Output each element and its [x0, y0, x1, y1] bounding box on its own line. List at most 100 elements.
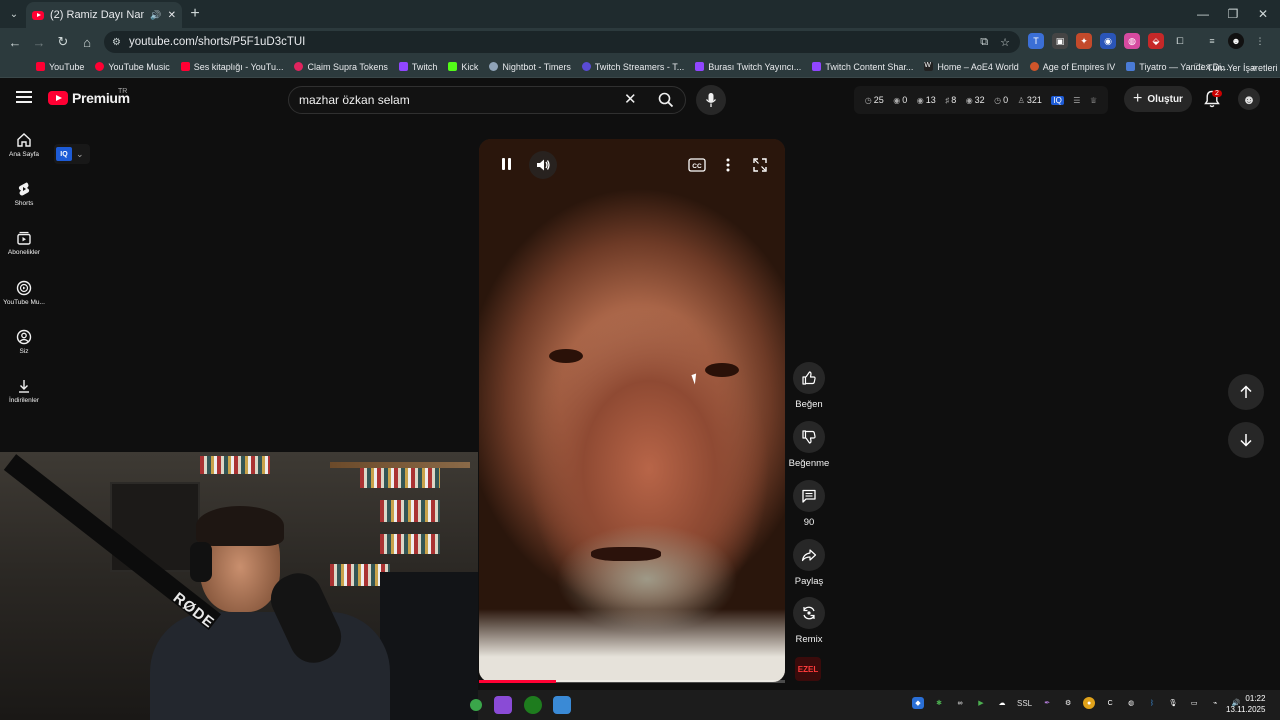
tray-mic-icon[interactable]: 🎙 — [1167, 697, 1179, 709]
tray-steam-icon[interactable]: ⚙ — [1062, 697, 1074, 709]
media-control-icon[interactable]: ≡ — [1204, 33, 1220, 49]
pause-button[interactable] — [495, 153, 517, 175]
taskbar-app-icon[interactable] — [470, 699, 482, 711]
browser-tab[interactable]: (2) Ramiz Dayı Nam-ı Diğer 🔊 ✕ — [26, 2, 182, 28]
install-app-icon[interactable]: ⧉ — [980, 36, 988, 49]
tray-cloud-icon[interactable]: ☁ — [996, 697, 1008, 709]
trophy-icon[interactable]: ♕ — [1090, 96, 1097, 105]
comments-button[interactable]: 90 — [788, 480, 830, 528]
forward-button[interactable]: → — [30, 33, 48, 51]
tray-c-icon[interactable]: C — [1104, 697, 1116, 709]
books-row — [380, 500, 440, 522]
bookmark-star-icon[interactable]: ☆ — [1000, 36, 1010, 49]
sidebar-item-youtube-music[interactable]: YouTube Mu... — [0, 280, 48, 306]
reload-button[interactable]: ↻ — [54, 33, 72, 51]
voice-search-button[interactable] — [696, 85, 726, 115]
profile-avatar-icon[interactable]: ☻ — [1228, 33, 1244, 49]
you-icon — [16, 329, 32, 345]
tray-shield-icon[interactable]: ◆ — [912, 697, 924, 709]
tab-search-button[interactable]: ⌄ — [4, 4, 24, 24]
books-row — [200, 456, 270, 474]
sidebar-item-home[interactable]: Ana Sayfa — [0, 132, 48, 158]
lens-extension-icon[interactable]: ◉ — [1100, 33, 1116, 49]
extensions-puzzle-icon[interactable]: ⧠ — [1172, 33, 1188, 49]
pink-extension-icon[interactable]: ◍ — [1124, 33, 1140, 49]
tray-nvidia-icon[interactable]: ✱ — [933, 697, 945, 709]
sidebar-item-you[interactable]: Siz — [0, 329, 48, 355]
bluetooth-icon[interactable]: ᛒ — [1146, 697, 1158, 709]
fullscreen-button[interactable] — [749, 153, 771, 177]
bookmark-item[interactable]: Age of Empires IV — [1029, 62, 1115, 72]
screenshot-extension-icon[interactable]: ▣ — [1052, 33, 1068, 49]
closed-captions-icon: CC — [688, 158, 706, 172]
like-button[interactable]: Beğen — [788, 362, 830, 410]
pc-case — [380, 572, 478, 720]
xbox-taskbar-icon[interactable] — [524, 696, 542, 714]
list-icon[interactable]: ☰ — [1073, 96, 1080, 105]
bookmark-item[interactable]: Twitch — [398, 62, 437, 72]
stats-extension-panel[interactable]: ◷ 25 ◉ 0 ◉ 13 ♯ 8 ◉ 32 ◷ 0 ♙ 321 IQ ☰ ♕ — [854, 86, 1108, 114]
books-row — [360, 468, 440, 488]
fox-extension-icon[interactable]: ✦ — [1076, 33, 1092, 49]
home-button[interactable]: ⌂ — [78, 33, 96, 51]
tab-close-icon[interactable]: ✕ — [168, 10, 176, 21]
previous-short-button[interactable] — [1228, 374, 1264, 410]
captions-button[interactable]: CC — [683, 153, 711, 177]
create-button[interactable]: + Oluştur — [1124, 86, 1192, 112]
sidebar-item-downloads[interactable]: İndirilenler — [0, 378, 48, 404]
stat-item: ◉ 0 — [893, 95, 908, 105]
twitch-studio-taskbar-icon[interactable] — [494, 696, 512, 714]
close-window-button[interactable]: ✕ — [1252, 4, 1274, 24]
iq-extension-dropdown[interactable]: IQ ⌄ — [54, 144, 90, 164]
bookmark-item[interactable]: Ses kitaplığı - YouTu... — [180, 62, 283, 72]
account-avatar[interactable]: ☻ — [1238, 88, 1260, 110]
bookmark-item[interactable]: Nightbot - Timers — [489, 62, 571, 72]
shorts-video-player[interactable]: CC — [479, 139, 785, 682]
browser-menu-icon[interactable]: ⋮ — [1252, 33, 1268, 49]
share-button[interactable]: Paylaş — [788, 539, 830, 587]
clear-search-icon[interactable]: ✕ — [624, 90, 637, 108]
tray-steam-store-icon[interactable]: ◍ — [1125, 697, 1137, 709]
translate-extension-icon[interactable]: T — [1028, 33, 1044, 49]
tray-chrome-icon[interactable]: ● — [1083, 697, 1096, 709]
bookmark-item[interactable]: Twitch Streamers - T... — [581, 62, 684, 72]
site-info-icon[interactable]: ⚙ — [112, 37, 121, 48]
search-button[interactable] — [648, 87, 684, 113]
tray-link-icon[interactable]: ∞ — [954, 697, 966, 709]
all-bookmarks-button[interactable]: 🗀 Tüm Yer İşaretleri — [1194, 60, 1278, 76]
back-button[interactable]: ← — [6, 33, 24, 51]
tray-feather-icon[interactable]: ✒ — [1041, 697, 1053, 709]
bookmark-item[interactable]: YouTube Music — [95, 62, 170, 72]
new-tab-button[interactable]: + — [186, 5, 204, 23]
explorer-taskbar-icon[interactable] — [553, 696, 571, 714]
guide-menu-icon[interactable] — [16, 91, 32, 103]
bookmark-item[interactable]: Kick — [448, 62, 478, 72]
volume-button[interactable] — [529, 151, 557, 179]
pause-icon — [507, 158, 511, 170]
display-icon[interactable]: ▭ — [1188, 697, 1200, 709]
bookmark-item[interactable]: Claim Supra Tokens — [294, 62, 388, 72]
network-icon[interactable]: ⌁ — [1209, 697, 1221, 709]
sidebar-item-shorts[interactable]: Shorts — [0, 181, 48, 207]
dislike-button[interactable]: Beğenme — [788, 421, 830, 469]
bookmark-favicon-icon — [398, 62, 408, 71]
next-short-button[interactable] — [1228, 422, 1264, 458]
bookmark-item[interactable]: W Home – AoE4 World — [924, 62, 1019, 72]
sidebar-item-subscriptions[interactable]: Abonelikler — [0, 230, 48, 256]
thumbs-up-icon — [802, 371, 816, 385]
download-icon — [19, 380, 29, 393]
pdf-extension-icon[interactable]: ⬙ — [1148, 33, 1164, 49]
bookmark-item[interactable]: Burası Twitch Yayıncı... — [695, 62, 801, 72]
bookmark-item[interactable]: Twitch Content Shar... — [812, 62, 913, 72]
restore-button[interactable]: ❐ — [1222, 4, 1244, 24]
bookmark-item[interactable]: YouTube — [36, 62, 84, 72]
channel-thumbnail[interactable]: EZEL — [795, 657, 821, 681]
address-bar[interactable]: ⚙ youtube.com/shorts/P5F1uD3cTUI ⧉ ☆ — [104, 31, 1020, 53]
taskbar-clock[interactable]: 01:22 13.11.2025 — [1226, 693, 1265, 715]
tray-play-icon[interactable]: ▶ — [975, 697, 987, 709]
remix-button[interactable]: Remix — [788, 597, 830, 645]
tray-ssl-label[interactable]: SSL — [1017, 699, 1032, 708]
more-options-button[interactable] — [721, 153, 735, 177]
minimize-button[interactable]: — — [1192, 4, 1214, 24]
iq-mini-icon[interactable]: IQ — [1051, 95, 1064, 105]
